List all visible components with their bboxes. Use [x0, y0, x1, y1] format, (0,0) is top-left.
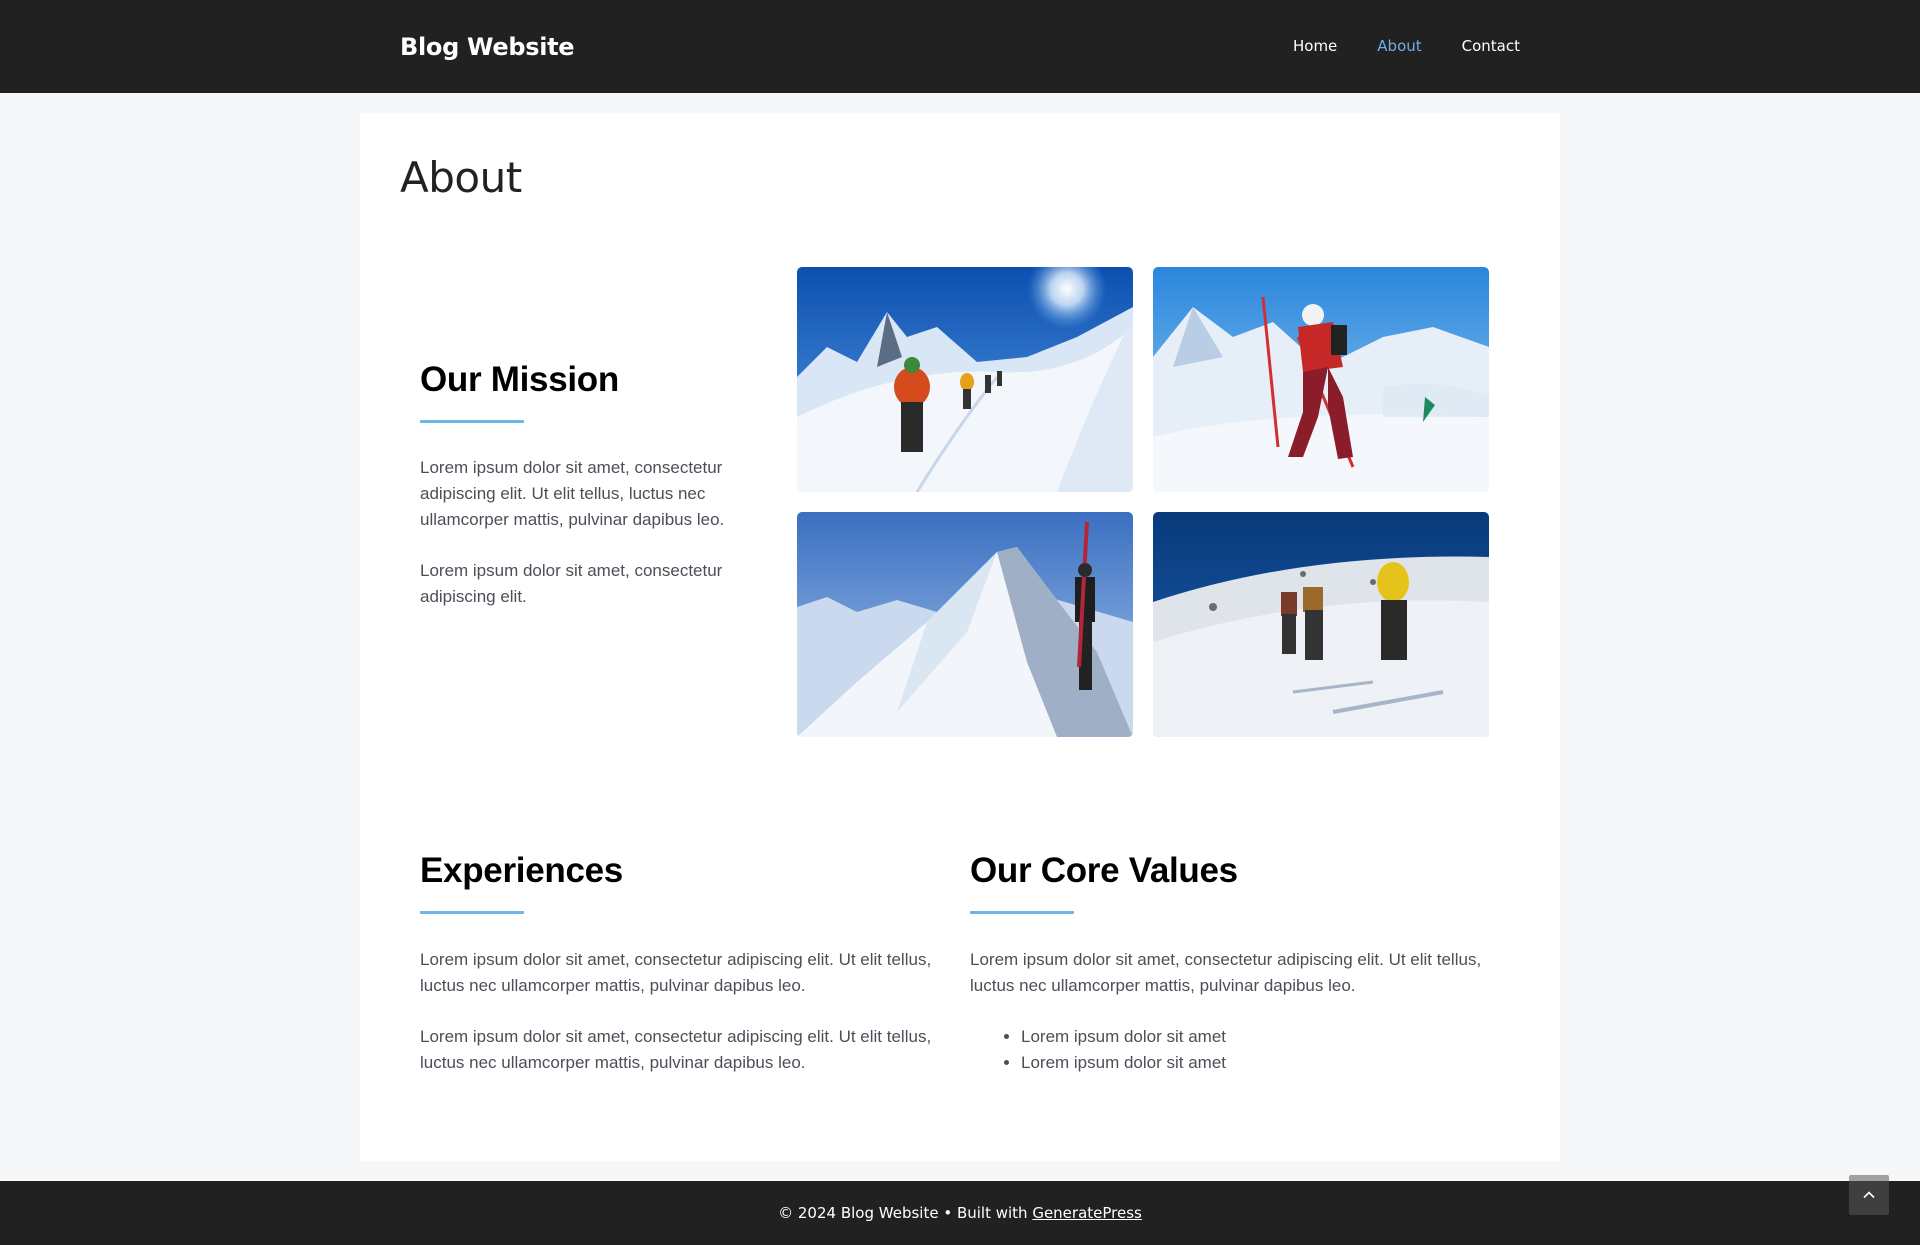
footer-copyright: © 2024 Blog Website • Built with	[778, 1204, 1028, 1222]
mission-paragraph: Lorem ipsum dolor sit amet, consectetur …	[420, 458, 725, 529]
gallery-image	[1153, 512, 1489, 737]
nav-item-home[interactable]: Home	[1273, 0, 1357, 93]
core-values-heading: Our Core Values	[970, 851, 1238, 890]
nav-item-contact[interactable]: Contact	[1442, 0, 1520, 93]
steep-ridge-climber-image	[797, 512, 1133, 737]
core-values-list: Lorem ipsum dolor sit amet Lorem ipsum d…	[970, 1024, 1510, 1076]
gallery-image	[797, 267, 1133, 492]
content-card: About Our Mission Lorem ipsum dolor sit …	[360, 113, 1560, 1161]
list-item: Lorem ipsum dolor sit amet	[1021, 1024, 1510, 1050]
ski-mountaineer-red-image	[1153, 267, 1489, 492]
header-inner: Blog Website Home About Contact	[360, 0, 1560, 93]
site-footer: © 2024 Blog Website • Built with Generat…	[0, 1175, 1920, 1245]
experiences-paragraph: Lorem ipsum dolor sit amet, consectetur …	[420, 1027, 932, 1072]
list-item: Lorem ipsum dolor sit amet	[1021, 1050, 1510, 1076]
mission-paragraph: Lorem ipsum dolor sit amet, consectetur …	[420, 561, 723, 606]
core-values-section: Our Core Values Lorem ipsum dolor sit am…	[970, 851, 1510, 1076]
page-title: About	[400, 153, 522, 202]
footer-generatepress-link[interactable]: GeneratePress	[1032, 1204, 1142, 1222]
nav-item-about[interactable]: About	[1357, 0, 1441, 93]
experiences-section: Experiences Lorem ipsum dolor sit amet, …	[420, 851, 950, 1076]
site-title[interactable]: Blog Website	[400, 33, 575, 61]
experiences-heading: Experiences	[420, 851, 623, 890]
back-to-top-button[interactable]	[1849, 1175, 1889, 1215]
ski-tourers-ridge-image	[797, 267, 1133, 492]
heading-underline	[970, 911, 1074, 914]
gallery-image	[1153, 267, 1489, 492]
site-header: Blog Website Home About Contact	[0, 0, 1920, 93]
heading-underline	[420, 911, 524, 914]
chevron-up-icon	[1863, 1191, 1875, 1199]
main-nav: Home About Contact	[1273, 0, 1520, 93]
photo-gallery	[797, 267, 1491, 737]
mission-heading: Our Mission	[420, 360, 619, 399]
core-values-paragraph: Lorem ipsum dolor sit amet, consectetur …	[970, 950, 1482, 995]
experiences-paragraph: Lorem ipsum dolor sit amet, consectetur …	[420, 950, 932, 995]
ski-tourers-group-image	[1153, 512, 1489, 737]
mission-section: Our Mission Lorem ipsum dolor sit amet, …	[420, 360, 760, 610]
heading-underline	[420, 420, 524, 423]
gallery-image	[797, 512, 1133, 737]
